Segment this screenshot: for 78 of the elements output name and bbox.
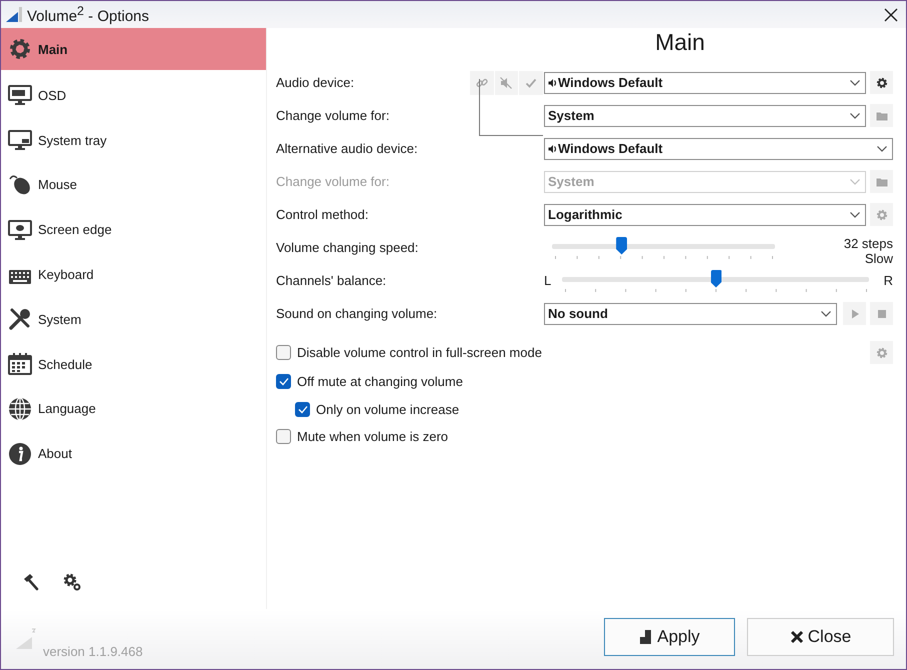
sidebar-item[interactable]: Screen edge [1, 207, 266, 252]
app-logo-icon [5, 6, 23, 24]
checkbox-label: Mute when volume is zero [297, 429, 450, 444]
mute-icon [500, 76, 512, 88]
settings-button[interactable] [870, 71, 893, 94]
dropdown[interactable]: Windows Default [544, 72, 866, 94]
setting-label: Control method: [276, 206, 370, 224]
chevron-icon [820, 310, 832, 318]
sidebar-item[interactable]: Main [1, 28, 266, 72]
app-logo-icon [15, 628, 37, 650]
gear-icon [8, 37, 32, 61]
sidebar-item[interactable]: About [1, 431, 266, 476]
chevron-icon [849, 78, 861, 86]
checkbox[interactable] [276, 429, 291, 444]
version-label: version 1.1.9.468 [43, 644, 143, 658]
slider[interactable] [552, 236, 775, 260]
sidebar-item[interactable]: Schedule [1, 342, 266, 387]
wrench-screwdriver-icon [8, 307, 32, 332]
settings-button[interactable] [63, 573, 81, 591]
gear-icon [876, 76, 888, 88]
slider-end-label: L [544, 273, 552, 288]
folder-icon [876, 176, 888, 188]
chevron-icon [876, 144, 888, 152]
checkbox[interactable] [295, 402, 310, 416]
slider-reading: 32 steps [844, 236, 893, 250]
slider-reading: Slow [864, 250, 893, 266]
sidebar-item[interactable]: Language [1, 386, 266, 432]
window-title: Volume$^{2}$ - Options [27, 4, 150, 25]
speaker-icon [548, 144, 557, 154]
dropdown[interactable]: Logarithmic [544, 204, 866, 226]
slider-end-label: R [882, 273, 893, 288]
monitor-icon [8, 128, 32, 152]
setting-label: Volume changing speed: [276, 239, 420, 257]
setting-label: Change volume for: [276, 107, 390, 125]
sidebar-item[interactable]: OSD [1, 73, 266, 118]
apply-button[interactable]: Apply [604, 618, 735, 656]
gears-icon [63, 573, 81, 591]
monitor-icon [8, 218, 32, 242]
checkbox[interactable] [276, 345, 291, 360]
page-title: Main [654, 28, 706, 57]
check-icon [525, 76, 538, 88]
close-icon [790, 630, 804, 644]
chevron-icon [849, 210, 861, 218]
setting-label: Sound on changing volume: [276, 305, 438, 323]
speaker-icon [548, 78, 557, 88]
stop-icon [876, 308, 888, 320]
dropdown[interactable]: Windows Default [544, 138, 893, 160]
setting-label: Channels' balance: [276, 272, 388, 290]
setting-label: Alternative audio device: [276, 140, 419, 158]
gear-icon [876, 346, 888, 358]
mouse-icon [8, 172, 32, 197]
link-icon [476, 76, 488, 88]
close-icon [884, 8, 898, 22]
chevron-icon [849, 112, 861, 120]
slider[interactable] [562, 268, 869, 292]
dropdown[interactable]: System [544, 104, 866, 126]
sidebar-item[interactable]: System tray [1, 118, 266, 163]
folder-icon [876, 110, 888, 122]
close-button[interactable]: Close [747, 618, 894, 656]
check-icon [298, 404, 308, 414]
checkbox-label: Disable volume control in full-screen mode [297, 345, 543, 360]
sidebar-item[interactable]: Mouse [1, 162, 266, 208]
sidebar-item[interactable]: Keyboard [1, 252, 266, 297]
checkbox[interactable] [276, 374, 291, 389]
calendar-icon [8, 352, 32, 376]
chevron-icon [849, 178, 861, 186]
monitor-icon [8, 83, 32, 108]
checkbox-label: Only on volume increase [316, 402, 460, 416]
globe-icon [8, 396, 32, 421]
setting-label: Change volume for: [276, 173, 390, 191]
sidebar-item[interactable]: System [1, 296, 266, 342]
dropdown[interactable]: No sound [544, 302, 837, 324]
info-icon [8, 442, 32, 466]
setting-label: Audio device: [276, 74, 356, 92]
apply-icon [639, 628, 654, 644]
check-icon [278, 377, 288, 386]
gear-icon [876, 208, 888, 220]
checkbox-label: Off mute at changing volume [297, 374, 464, 389]
